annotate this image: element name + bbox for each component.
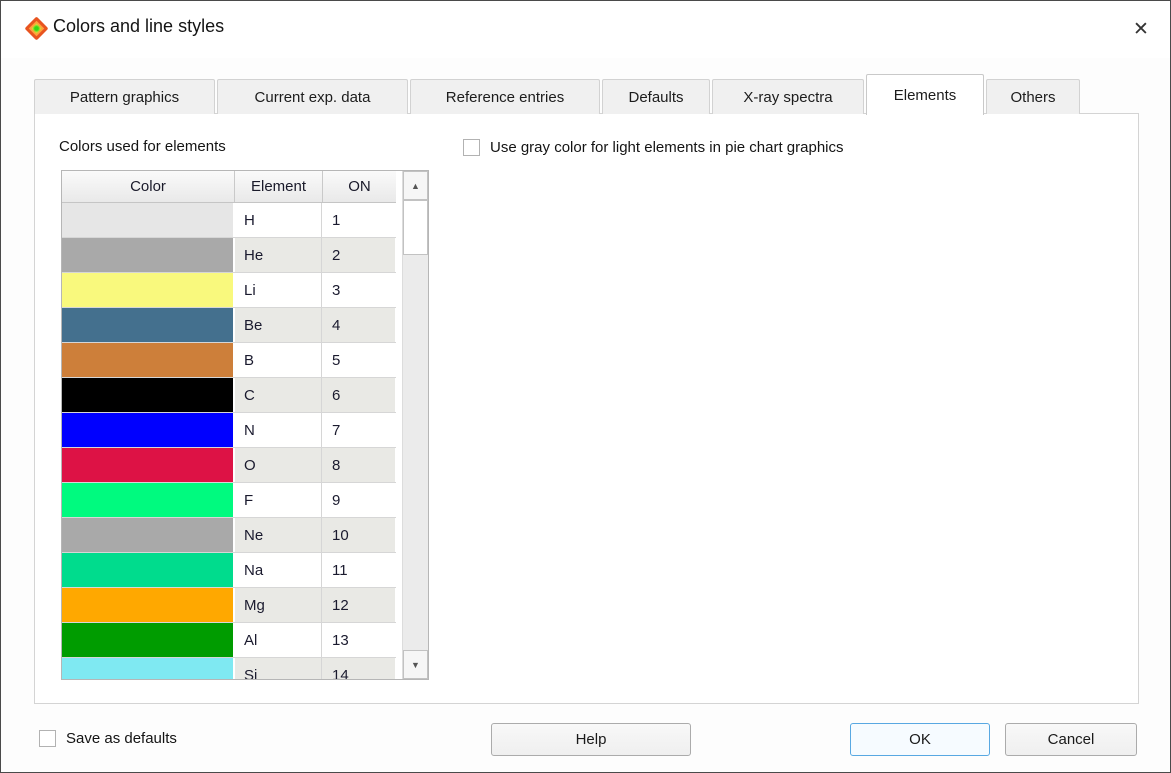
element-cell[interactable]: N (235, 413, 322, 447)
table-row[interactable]: Na11 (62, 553, 396, 588)
color-swatch[interactable] (62, 553, 235, 587)
vertical-scrollbar[interactable]: ▲ ▼ (402, 171, 428, 679)
table-row[interactable]: Be4 (62, 308, 396, 343)
table-row[interactable]: H1 (62, 203, 396, 238)
app-diamond-icon (24, 16, 48, 40)
pie-chart-gray-checkbox-row: Use gray color for light elements in pie… (463, 139, 844, 156)
element-cell[interactable]: Al (235, 623, 322, 657)
table-row[interactable]: B5 (62, 343, 396, 378)
header-color[interactable]: Color (62, 171, 235, 202)
element-cell[interactable]: C (235, 378, 322, 412)
on-cell[interactable]: 13 (322, 623, 395, 657)
color-swatch[interactable] (62, 413, 235, 447)
tab-current-exp-data[interactable]: Current exp. data (217, 79, 408, 114)
color-swatch[interactable] (62, 518, 235, 552)
table-row[interactable]: Si14 (62, 658, 396, 679)
table-row[interactable]: Li3 (62, 273, 396, 308)
ok-button[interactable]: OK (850, 723, 990, 756)
color-swatch[interactable] (62, 273, 235, 307)
color-swatch[interactable] (62, 483, 235, 517)
on-cell[interactable]: 10 (322, 518, 395, 552)
window-title: Colors and line styles (53, 16, 224, 37)
element-colors-table: Color Element ON H1He2Li3Be4B5C6N7O8F9Ne… (61, 170, 429, 680)
title-bar: Colors and line styles ✕ (1, 1, 1170, 58)
on-cell[interactable]: 2 (322, 238, 395, 272)
element-cell[interactable]: Ne (235, 518, 322, 552)
elements-tab-panel: Colors used for elements Use gray color … (34, 113, 1139, 704)
color-swatch[interactable] (62, 203, 235, 237)
tab-elements[interactable]: Elements (866, 74, 984, 115)
table-row[interactable]: He2 (62, 238, 396, 273)
header-element[interactable]: Element (235, 171, 323, 202)
scroll-up-icon[interactable]: ▲ (403, 171, 428, 200)
on-cell[interactable]: 6 (322, 378, 395, 412)
tab-reference-entries[interactable]: Reference entries (410, 79, 600, 114)
cancel-button[interactable]: Cancel (1005, 723, 1137, 756)
color-swatch[interactable] (62, 658, 235, 679)
color-swatch[interactable] (62, 308, 235, 342)
element-cell[interactable]: H (235, 203, 322, 237)
on-cell[interactable]: 12 (322, 588, 395, 622)
app-diamond-icon-core (32, 24, 42, 34)
on-cell[interactable]: 11 (322, 553, 395, 587)
element-cell[interactable]: Si (235, 658, 322, 679)
table-header-row: Color Element ON (62, 171, 396, 203)
on-cell[interactable]: 4 (322, 308, 395, 342)
color-swatch[interactable] (62, 238, 235, 272)
save-as-defaults-label: Save as defaults (66, 730, 177, 747)
table-row[interactable]: C6 (62, 378, 396, 413)
tab-pattern-graphics[interactable]: Pattern graphics (34, 79, 215, 114)
element-cell[interactable]: Na (235, 553, 322, 587)
tab-others[interactable]: Others (986, 79, 1080, 114)
on-cell[interactable]: 9 (322, 483, 395, 517)
element-cell[interactable]: Be (235, 308, 322, 342)
on-cell[interactable]: 5 (322, 343, 395, 377)
save-as-defaults-checkbox[interactable] (39, 730, 56, 747)
scrollbar-thumb[interactable] (403, 200, 428, 255)
element-cell[interactable]: F (235, 483, 322, 517)
close-icon[interactable]: ✕ (1124, 12, 1158, 46)
element-colors-grid: Color Element ON H1He2Li3Be4B5C6N7O8F9Ne… (62, 171, 396, 679)
pie-chart-gray-checkbox[interactable] (463, 139, 480, 156)
element-cell[interactable]: O (235, 448, 322, 482)
element-cell[interactable]: Li (235, 273, 322, 307)
table-row[interactable]: Mg12 (62, 588, 396, 623)
on-cell[interactable]: 8 (322, 448, 395, 482)
table-row[interactable]: N7 (62, 413, 396, 448)
on-cell[interactable]: 14 (322, 658, 395, 679)
scroll-down-icon[interactable]: ▼ (403, 650, 428, 679)
color-swatch[interactable] (62, 448, 235, 482)
on-cell[interactable]: 7 (322, 413, 395, 447)
table-row[interactable]: O8 (62, 448, 396, 483)
on-cell[interactable]: 3 (322, 273, 395, 307)
tab-bar: Pattern graphicsCurrent exp. dataReferen… (34, 73, 1082, 114)
color-swatch[interactable] (62, 343, 235, 377)
tab-defaults[interactable]: Defaults (602, 79, 710, 114)
table-row[interactable]: Al13 (62, 623, 396, 658)
color-swatch[interactable] (62, 378, 235, 412)
color-swatch[interactable] (62, 588, 235, 622)
color-swatch[interactable] (62, 623, 235, 657)
dialog-window: Colors and line styles ✕ Pattern graphic… (0, 0, 1171, 773)
table-row[interactable]: F9 (62, 483, 396, 518)
help-button[interactable]: Help (491, 723, 691, 756)
element-cell[interactable]: He (235, 238, 322, 272)
table-caption: Colors used for elements (59, 138, 226, 155)
on-cell[interactable]: 1 (322, 203, 395, 237)
element-cell[interactable]: Mg (235, 588, 322, 622)
table-body: H1He2Li3Be4B5C6N7O8F9Ne10Na11Mg12Al13Si1… (62, 203, 396, 679)
pie-chart-gray-checkbox-label: Use gray color for light elements in pie… (490, 139, 844, 156)
tab-x-ray-spectra[interactable]: X-ray spectra (712, 79, 864, 114)
save-as-defaults-row: Save as defaults (39, 730, 177, 747)
table-row[interactable]: Ne10 (62, 518, 396, 553)
header-on[interactable]: ON (323, 171, 396, 202)
element-cell[interactable]: B (235, 343, 322, 377)
